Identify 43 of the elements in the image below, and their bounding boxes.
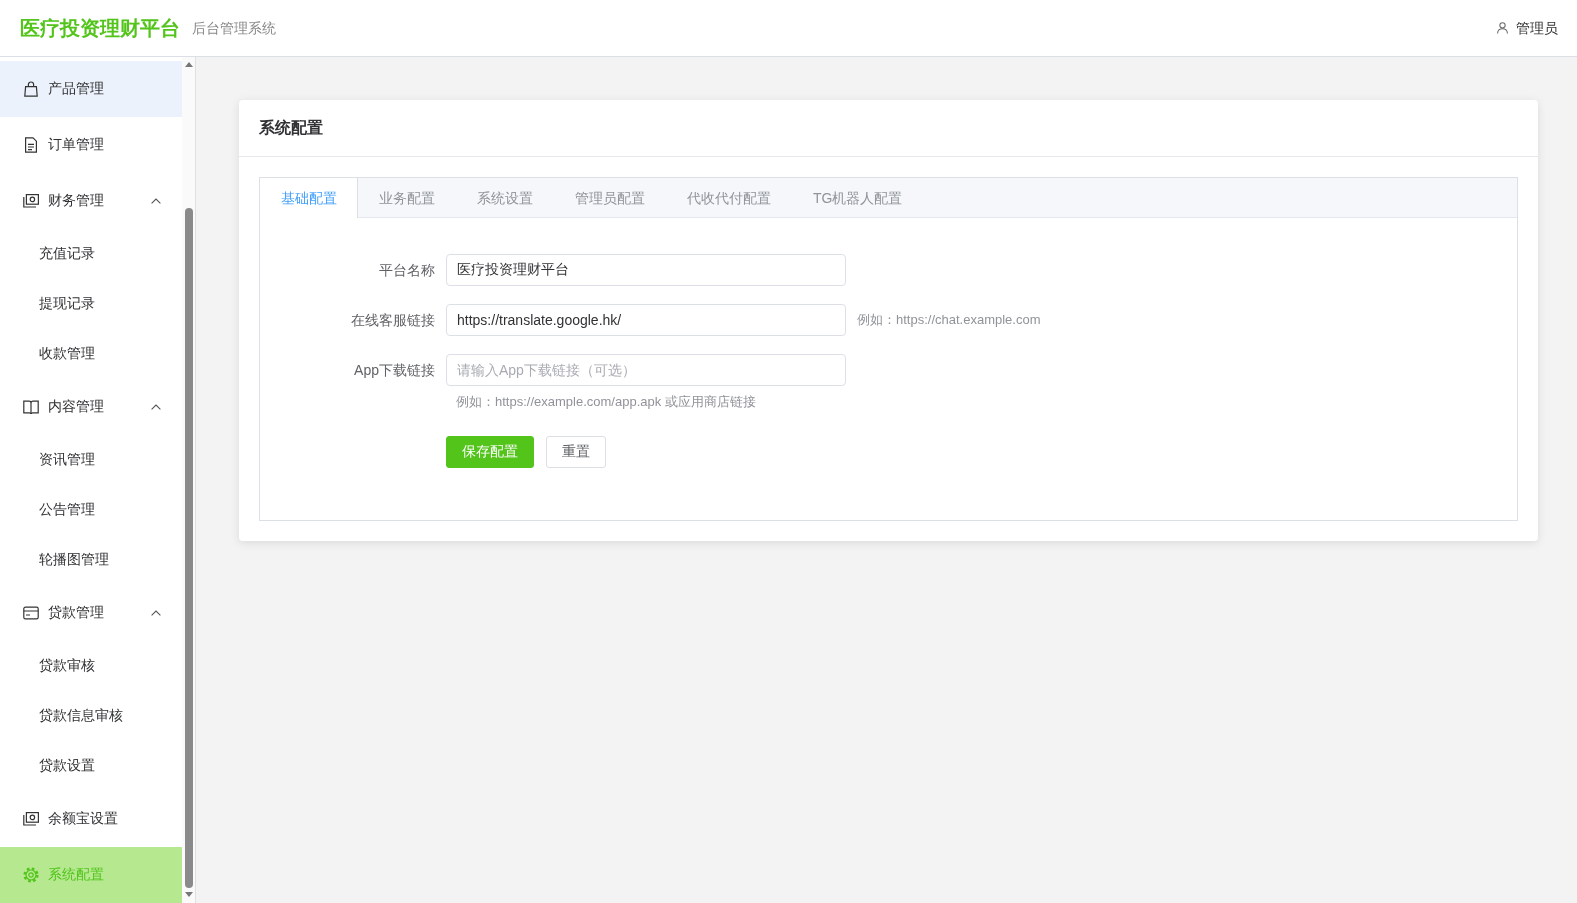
submenu-item[interactable]: 贷款信息审核 — [0, 691, 182, 741]
submenu-item[interactable]: 贷款设置 — [0, 741, 182, 791]
sidebar-item[interactable]: 贷款管理 — [0, 585, 182, 641]
form-label: App下载链接 — [353, 361, 436, 380]
bag-icon — [23, 81, 39, 97]
book-icon — [23, 399, 39, 415]
sidebar-item[interactable]: 产品管理 — [0, 61, 182, 117]
scrollbar[interactable] — [182, 57, 196, 903]
header-subtitle: 后台管理系统 — [192, 20, 276, 38]
gear-icon — [23, 867, 39, 883]
sidebar-item[interactable]: 余额宝设置 — [0, 791, 182, 847]
chevron-icon[interactable] — [151, 404, 161, 410]
sidebar-item[interactable]: 订单管理 — [0, 117, 182, 173]
chevron-icon[interactable] — [151, 610, 161, 616]
submenu-item[interactable]: 提现记录 — [0, 279, 182, 329]
text-field[interactable]: 请输入App下载链接（可选） — [446, 354, 846, 386]
scrollbar-thumb[interactable] — [184, 208, 193, 888]
user-name[interactable]: 管理员 — [1516, 18, 1558, 38]
card-title: 系统配置 — [259, 118, 323, 138]
chevron-icon[interactable] — [151, 198, 161, 204]
form-label: 平台名称 — [378, 261, 436, 280]
submenu-item[interactable]: 贷款审核 — [0, 641, 182, 691]
document-icon — [23, 137, 39, 153]
up-arrow-icon[interactable] — [184, 62, 193, 67]
card-icon — [23, 605, 39, 621]
form-label: 在线客服链接 — [350, 311, 436, 330]
submenu-item[interactable]: 资讯管理 — [0, 435, 182, 485]
submenu-item[interactable]: 收款管理 — [0, 329, 182, 379]
help-text: 例如：https://example.com/app.apk 或应用商店链接 — [456, 393, 757, 411]
secondary-button[interactable]: 重置 — [546, 436, 606, 468]
cash-icon — [23, 193, 39, 209]
down-arrow-icon[interactable] — [184, 892, 193, 897]
text-field[interactable]: 医疗投资理财平台 — [446, 254, 846, 286]
user-icon[interactable] — [1497, 22, 1508, 34]
sidebar-item[interactable]: 内容管理 — [0, 379, 182, 435]
submenu-item[interactable]: 充值记录 — [0, 229, 182, 279]
submenu-item[interactable]: 轮播图管理 — [0, 535, 182, 585]
sidebar-item[interactable]: 财务管理 — [0, 173, 182, 229]
hint-text: 例如：https://chat.example.com — [857, 311, 1041, 329]
logo-title: 医疗投资理财平台 — [20, 16, 180, 41]
submenu-item[interactable]: 公告管理 — [0, 485, 182, 535]
text-field[interactable]: https://translate.google.hk/ — [446, 304, 846, 336]
cash-icon — [23, 811, 39, 827]
